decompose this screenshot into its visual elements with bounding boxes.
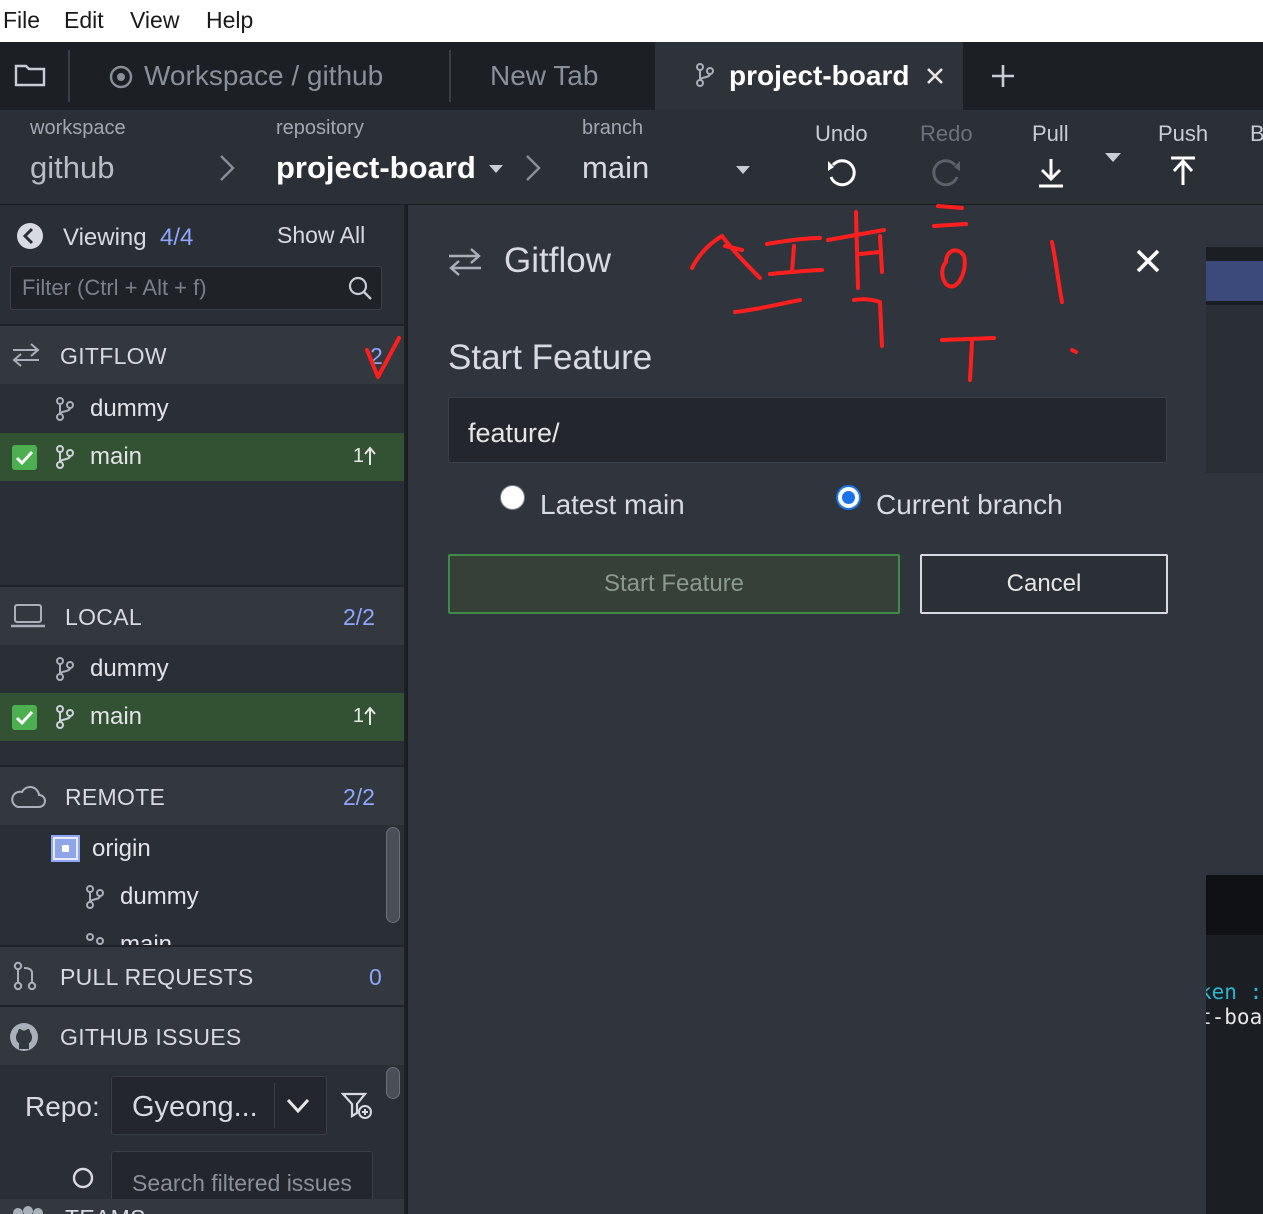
annotation-stroke [765,210,886,290]
red-annotation-overlay [365,204,1078,382]
annotation-stroke [940,336,996,382]
annotation-stroke [852,297,884,348]
annotation-stroke [1070,348,1078,354]
annotation-checkmark [365,336,401,379]
annotation-stroke [1050,240,1064,304]
annotation-stroke [932,204,968,289]
